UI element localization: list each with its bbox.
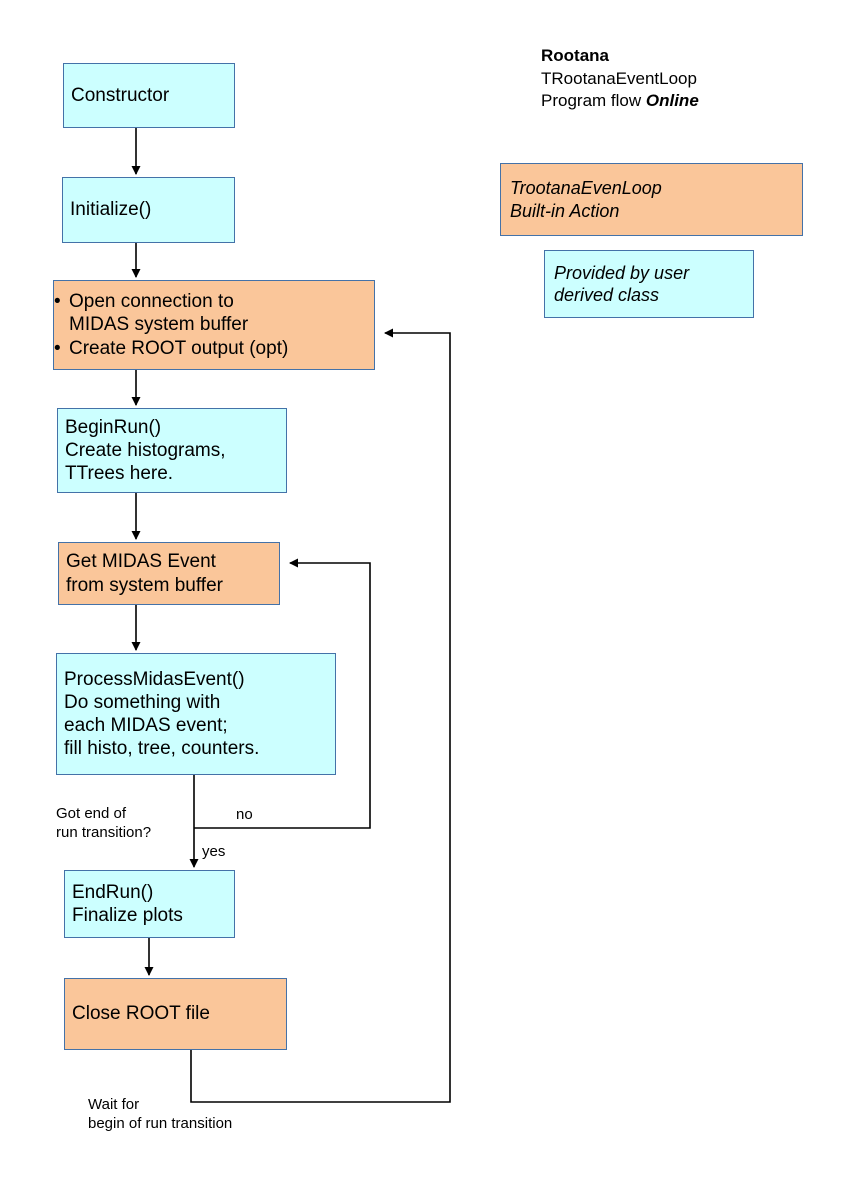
- node-process-midas-event[interactable]: ProcessMidasEvent() Do something with ea…: [56, 653, 336, 775]
- legend-title-programflow: Program flow Online: [541, 90, 699, 113]
- node-open-connection-bullet-2: • Create ROOT output (opt): [54, 337, 367, 360]
- node-get-midas-event-label: Get MIDAS Event from system buffer: [66, 551, 223, 596]
- node-process-midas-event-label: ProcessMidasEvent() Do something with ea…: [64, 668, 260, 760]
- node-begin-run[interactable]: BeginRun() Create histograms, TTrees her…: [57, 408, 287, 493]
- label-branch-yes: yes: [202, 843, 226, 860]
- node-open-connection-bullet-2-text: Create ROOT output (opt): [69, 337, 289, 359]
- node-initialize[interactable]: Initialize(): [62, 177, 235, 243]
- node-open-connection[interactable]: • Open connection to MIDAS system buffer…: [53, 280, 375, 370]
- legend-title-rootana: Rootana: [541, 46, 609, 65]
- bullet-icon: •: [54, 337, 61, 359]
- bullet-icon: •: [54, 291, 61, 313]
- node-end-run-label: EndRun() Finalize plots: [72, 881, 183, 926]
- label-decision-question: Got end of run transition?: [56, 805, 152, 841]
- node-constructor[interactable]: Constructor: [63, 63, 235, 128]
- node-initialize-label: Initialize(): [70, 199, 152, 221]
- legend-title-programflow-mode: Online: [645, 91, 699, 111]
- legend-title-class: TRootanaEventLoop: [541, 68, 697, 88]
- legend-builtin-action: TrootanaEvenLoop Built-in Action: [500, 163, 803, 236]
- legend-user-derived: Provided by user derived class: [544, 250, 754, 318]
- label-wait-for-begin-run: Wait for begin of run transition: [88, 1096, 233, 1132]
- node-end-run[interactable]: EndRun() Finalize plots: [64, 870, 235, 938]
- node-get-midas-event[interactable]: Get MIDAS Event from system buffer: [58, 542, 280, 605]
- node-begin-run-label: BeginRun() Create histograms, TTrees her…: [65, 416, 226, 485]
- node-open-connection-bullet-1: • Open connection to MIDAS system buffer: [54, 290, 367, 336]
- legend-title-block: Rootana TRootanaEventLoop Program flow O…: [541, 45, 699, 113]
- node-close-root-file[interactable]: Close ROOT file: [64, 978, 287, 1050]
- legend-title-programflow-prefix: Program flow: [541, 91, 646, 111]
- node-close-root-file-label: Close ROOT file: [72, 1003, 210, 1025]
- flowchart-canvas: Constructor Initialize() • Open connecti…: [0, 0, 850, 1200]
- label-branch-no: no: [236, 806, 253, 823]
- node-constructor-label: Constructor: [71, 84, 170, 106]
- node-open-connection-bullet-1-text: Open connection to MIDAS system buffer: [69, 291, 249, 336]
